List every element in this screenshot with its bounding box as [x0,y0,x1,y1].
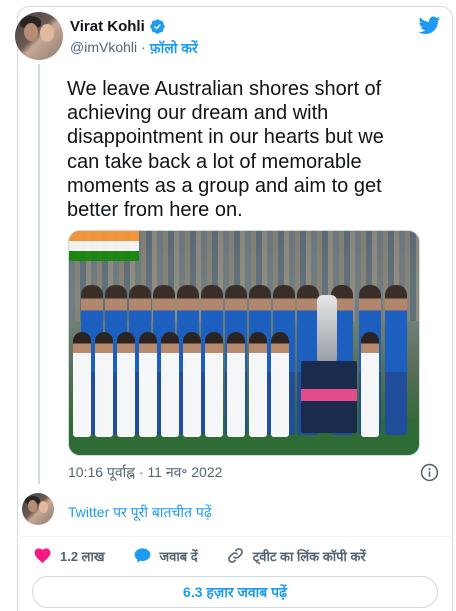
tweet-text: We leave Australian shores short of achi… [67,78,384,222]
author-name-row: Virat Kohli [70,18,166,35]
reply-label: जवाब दें [159,548,198,564]
photo-child [139,332,157,437]
copy-link-button[interactable]: ट्वीट का लिंक कॉपी करें [226,546,366,565]
author-avatar[interactable] [15,12,63,60]
read-replies-button[interactable]: 6.3 हज़ार जवाब पढ़ें [32,576,438,608]
follow-link[interactable]: फ़ॉलो करें [150,39,198,58]
photo-child [271,332,289,437]
reply-button[interactable]: जवाब दें [133,546,198,565]
photo-child [361,332,379,437]
like-count: 1.2 लाख [60,548,105,564]
reply-avatar [22,493,54,525]
copy-link-label: ट्वीट का लिंक कॉपी करें [252,548,366,564]
photo-child [95,332,113,437]
like-button[interactable]: 1.2 लाख [33,546,105,565]
link-icon [227,548,243,563]
photo-child [183,332,201,437]
read-replies-label: 6.3 हज़ार जवाब पढ़ें [183,583,287,600]
thread-line [38,64,40,484]
verified-badge-icon [149,19,165,34]
photo-player [385,285,407,435]
photo-child [117,332,135,437]
tweet-photo[interactable] [68,230,420,456]
photo-child [205,332,223,437]
handle-row: @imVkohli · फ़ॉलो करें [70,39,198,58]
photo-child [73,332,91,437]
action-bar: 1.2 लाख जवाब दें ट्वीट का लिंक कॉपी करें [33,546,394,565]
reply-bubble-icon [134,548,150,563]
read-conversation-link[interactable]: Twitter पर पूरी बातचीत पढ़ें [68,503,212,522]
heart-icon [34,548,51,564]
photo-child [161,332,179,437]
photo-child [227,332,245,437]
photo-flag [69,231,139,261]
handle-separator: · [141,39,146,55]
twitter-bird-icon[interactable] [417,14,442,36]
author-name[interactable]: Virat Kohli [70,18,145,35]
tweet-timestamp[interactable]: 10:16 पूर्वाह्न · 11 नव॰ 2022 [68,463,222,482]
photo-child [249,332,267,437]
photo-trophy-stand [301,361,357,433]
actions-divider [17,536,453,537]
photo-trophy [317,295,337,361]
info-icon[interactable] [420,463,439,482]
author-handle[interactable]: @imVkohli [70,39,137,58]
